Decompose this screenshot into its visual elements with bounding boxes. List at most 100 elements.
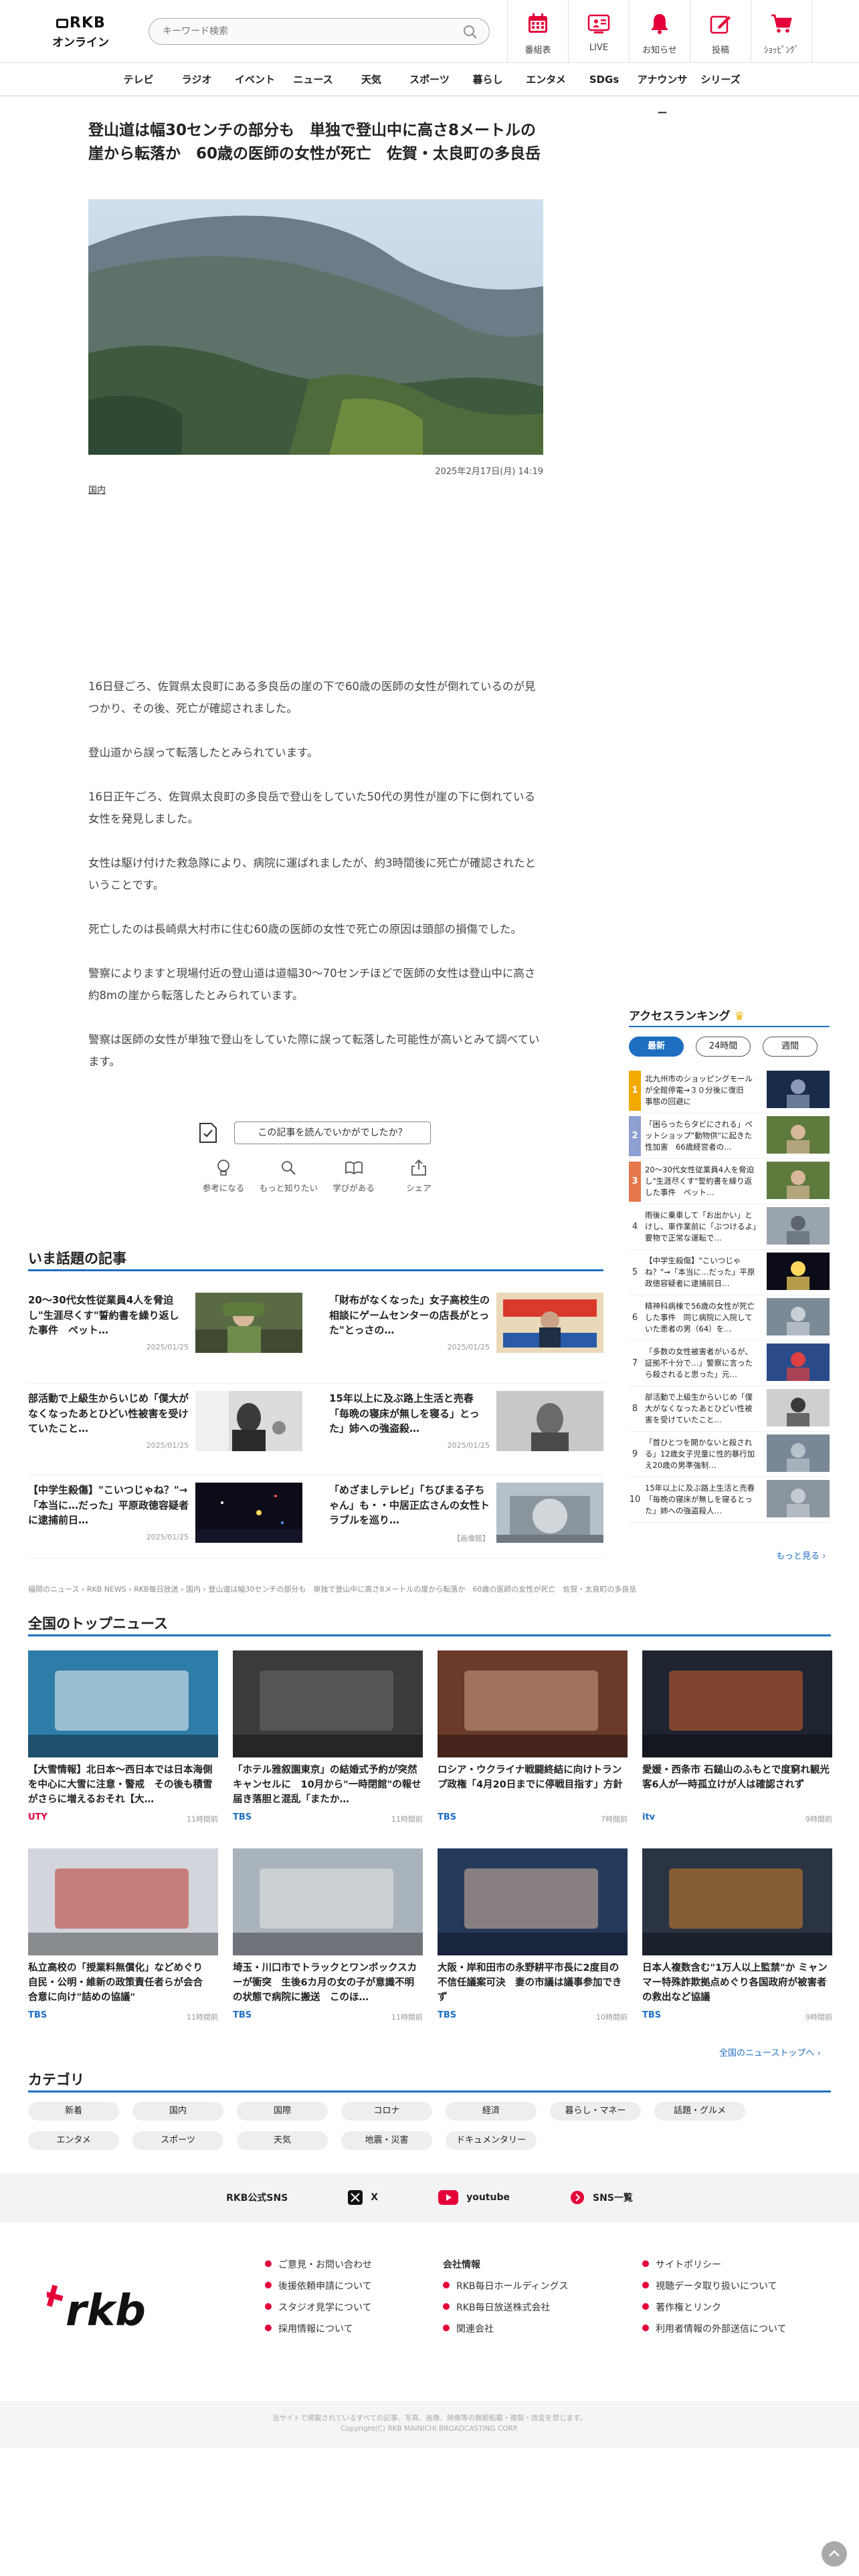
ranking-item[interactable]: 10 15年以上に及ぶ路上生活と売春「毎晩の寝床が無しを寝るとった」姉への強盗殺人…: [629, 1480, 830, 1521]
ranking-more-link[interactable]: もっと見る ›: [776, 1549, 826, 1562]
ranking-item[interactable]: 5 【中学生殺傷】"こいつじゃね？"→「本当に…だった」平原政徳容疑者に逮捕前日…: [629, 1253, 830, 1294]
news-card[interactable]: 愛媛・西条市 石鎚山のふもとで度窮れ観光客6人が一時孤立けが人は確認されず itv…: [642, 1650, 832, 1824]
post-button[interactable]: 投稿: [690, 0, 751, 63]
chip-topics-gourmet[interactable]: 話題・グルメ: [654, 2102, 745, 2121]
ranking-item[interactable]: 7 「多数の女性被害者がいるが、証拠不十分で…」警察に言ったら殺されると思った」元…: [629, 1344, 830, 1385]
footer-link[interactable]: RKB毎日ホールディングス: [443, 2276, 569, 2297]
share-button[interactable]: シェア: [389, 1158, 448, 1198]
tab-24h[interactable]: 24時間: [696, 1037, 751, 1057]
footer-link[interactable]: RKB毎日放送株式会社: [443, 2297, 569, 2319]
top-news-more-link[interactable]: 全国のニューストップへ ›: [719, 2046, 821, 2058]
shopping-button[interactable]: ｼｮｯﾋﾟﾝｸﾞ: [751, 0, 812, 63]
news-card[interactable]: 【大雪情報】北日本～西日本では日本海側を中心に大雪に注意・警戒 その後も積雪がさ…: [28, 1650, 218, 1824]
chip-international[interactable]: 国際: [237, 2102, 328, 2121]
nav-news[interactable]: ニュース: [284, 63, 343, 96]
post-edit-icon: [710, 15, 731, 34]
tab-latest[interactable]: 最新: [629, 1037, 684, 1057]
footer-link[interactable]: 採用情報について: [265, 2319, 372, 2340]
react-more-button[interactable]: もっと知りたい: [259, 1158, 318, 1198]
program-guide-button[interactable]: 番組表: [508, 0, 569, 63]
bell-icon: [651, 14, 668, 34]
notice-button[interactable]: お知らせ: [630, 0, 690, 63]
news-card[interactable]: ロシア・ウクライナ戦闘終結に向けトランプ政権「4月20日までに停戦目指す」方針 T…: [438, 1650, 628, 1824]
news-card[interactable]: 埼玉・川口市でトラックとワンボックスカーが衝突 生後6カ月の女の子が意識不明の状…: [233, 1848, 423, 2022]
footer-link[interactable]: 関連会社: [443, 2319, 569, 2340]
open-book-icon: [345, 1161, 363, 1175]
nav-event[interactable]: イベント: [226, 63, 284, 96]
chip-sports[interactable]: スポーツ: [132, 2131, 223, 2150]
ranking-item[interactable]: 3 20～30代女性従業員4人を脅迫し"生涯尽くす"誓約書を繰り返した事件 ペット…: [629, 1162, 830, 1203]
chip-earthquake-disaster[interactable]: 地震・災害: [341, 2131, 432, 2150]
news-title: 「ホテル雅叙園東京」の結婚式予約が突然キャンセルに 10月から"一時閉館"の報せ…: [233, 1765, 421, 1805]
react-helpful-button[interactable]: 参考になる: [194, 1158, 253, 1198]
news-time: 10時間前: [596, 2013, 628, 2022]
chip-documentary[interactable]: ドキュメンタリー: [446, 2131, 537, 2150]
ranking-item[interactable]: 1 北九州市のショッピングモールが全館停電→３０分後に復旧 事態の回避に: [629, 1071, 830, 1112]
nav-life[interactable]: 暮らし: [459, 63, 517, 96]
ranking-title: 【中学生殺傷】"こいつじゃね？"→「本当に…だった」平原政徳容疑者に逮捕前日…: [645, 1256, 755, 1288]
nav-tv[interactable]: テレビ: [110, 63, 168, 96]
chip-life-money[interactable]: 暮らし・マネー: [550, 2102, 641, 2121]
hot-topics-heading: いま話題の記事: [28, 1251, 126, 1267]
tab-weekly[interactable]: 週間: [763, 1037, 818, 1057]
footer-link[interactable]: サイトポリシー: [642, 2254, 787, 2276]
news-card[interactable]: 大阪・岸和田市の永野耕平市長に2度目の不信任議案可決 妻の市議は議事参加できず T…: [438, 1848, 628, 2022]
back-to-top-button[interactable]: [822, 2541, 847, 2567]
nav-series[interactable]: シリーズ: [692, 63, 750, 96]
nav-weather[interactable]: 天気: [343, 63, 401, 96]
site-logo[interactable]: RKB オンライン: [52, 15, 114, 49]
react-learn-button[interactable]: 学びがある: [324, 1158, 383, 1198]
hot-topic-thumb: [195, 1483, 302, 1543]
youtube-link[interactable]: youtube: [438, 2190, 510, 2205]
nav-sdgs[interactable]: SDGs: [575, 63, 634, 96]
ranking-item[interactable]: 4 雨後に乗車して「お出かい」とけし、車作業前に「ぶつけるよ」要物で正常な運転で…: [629, 1207, 830, 1249]
ranking-item[interactable]: 8 部活動で上級生からいじめ「僕大がなくなったあとひどい性被害を受けていたこと…: [629, 1389, 830, 1430]
chip-new[interactable]: 新着: [28, 2102, 119, 2121]
share-icon: [411, 1159, 426, 1176]
news-card[interactable]: 日本人複数含む"1万人以上監禁"か ミャンマー特殊詐欺拠点めぐり各国政府が被害者…: [642, 1848, 832, 2022]
chip-economy[interactable]: 経済: [446, 2102, 537, 2121]
hot-topic-item[interactable]: 【中学生殺傷】"こいつじゃね？"→「本当に…だった」平原政徳容疑者に逮捕前日… …: [28, 1483, 302, 1549]
article-category-link[interactable]: 国内: [88, 483, 106, 496]
nav-announcer[interactable]: アナウンサー: [634, 63, 692, 119]
search-input[interactable]: [149, 19, 444, 44]
news-card[interactable]: 「ホテル雅叙園東京」の結婚式予約が突然キャンセルに 10月から"一時閉館"の報せ…: [233, 1650, 423, 1824]
ranking-title: 北九州市のショッピングモールが全館停電→３０分後に復旧 事態の回避に: [645, 1074, 753, 1106]
footer-link[interactable]: 後援依頼申請について: [265, 2276, 372, 2297]
x-link[interactable]: X: [348, 2190, 378, 2205]
post-label: 投稿: [711, 45, 729, 56]
hot-topic-item[interactable]: 「めざましテレビ」「ちびまる子ちゃん」も・・中居正広さんの女性トラブルを巡り… …: [329, 1483, 603, 1549]
ranking-item[interactable]: 9 「首ひとつを開かないと殺される」12歳女子児童に性的暴行加え20歳の男準強制…: [629, 1434, 830, 1476]
hot-topic-date: 【画像館】: [453, 1534, 490, 1543]
chip-domestic[interactable]: 国内: [132, 2102, 223, 2121]
feedback-question: この記事を読んでいかがでしたか？: [234, 1121, 431, 1144]
notice-label: お知らせ: [642, 45, 677, 56]
footer-link[interactable]: スタジオ見学について: [265, 2297, 372, 2319]
chip-corona[interactable]: コロナ: [341, 2102, 432, 2121]
sns-list-link[interactable]: SNS一覧: [570, 2190, 633, 2205]
footer-link[interactable]: 利用者情報の外部送信について: [642, 2319, 787, 2340]
search-icon[interactable]: [462, 24, 478, 40]
hot-topic-item[interactable]: 「財布がなくなった」女子高校生の相談にゲームセンターの店長がとった"とっさの… …: [329, 1293, 603, 1360]
nav-radio[interactable]: ラジオ: [168, 63, 226, 96]
footer-link[interactable]: 著作権とリンク: [642, 2297, 787, 2319]
feedback-box: この記事を読んでいかがでしたか？: [198, 1121, 434, 1146]
footer-link[interactable]: 視聴データ取り扱いについて: [642, 2276, 787, 2297]
hot-topic-item[interactable]: 部活動で上級生からいじめ「僕大がなくなったあとひどい性被害を受けていたこと… 2…: [28, 1391, 302, 1458]
categories-underline: [28, 2090, 831, 2092]
article-date: 2025年2月17日(月) 14:19: [435, 467, 543, 477]
hot-topic-item[interactable]: 15年以上に及ぶ路上生活と売春「毎晩の寝床が無しを寝る」とった」姉への強盗殺… …: [329, 1391, 603, 1458]
chip-entertainment[interactable]: エンタメ: [28, 2131, 119, 2150]
news-card[interactable]: 私立高校の「授業料無償化」などめぐり 自民・公明・維新の政策責任者らが会合 合意…: [28, 1848, 218, 2022]
chip-weather[interactable]: 天気: [237, 2131, 328, 2150]
nav-sports[interactable]: スポーツ: [401, 63, 459, 96]
article-paragraph: 警察は医師の女性が単独で登山をしていた際に誤って転落した可能性が高いとみて調べて…: [88, 1033, 540, 1068]
footer-rkb-logo[interactable]: rkb: [47, 2276, 167, 2336]
footer-link[interactable]: ご意見・お問い合わせ: [265, 2254, 372, 2276]
hot-topic-item[interactable]: 20～30代女性従業員4人を脅迫し"生涯尽くす"誓約書を繰り返した事件 ペット……: [28, 1293, 302, 1360]
sns-list-icon: [570, 2191, 584, 2204]
nav-entertainment[interactable]: エンタメ: [517, 63, 575, 96]
live-button[interactable]: LIVE: [569, 0, 630, 63]
ranking-item[interactable]: 2 「困らったらタビにされる」ペットショップ"動物供"に起きた性加害 66歳経営者…: [629, 1116, 830, 1158]
ranking-item[interactable]: 6 精神科病棟で56歳の女性が死亡した事件 同じ病院に入院していた患者の男（64）…: [629, 1298, 830, 1339]
